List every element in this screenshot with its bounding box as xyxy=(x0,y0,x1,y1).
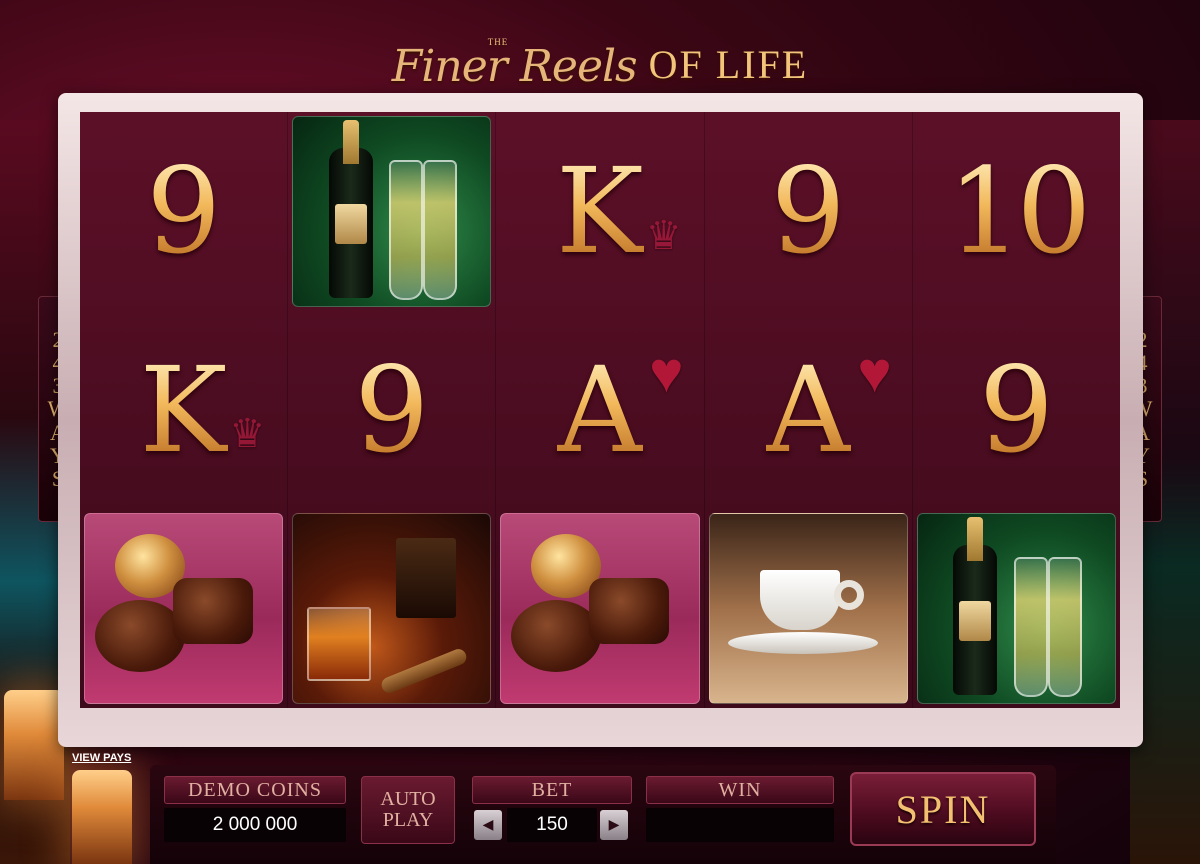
flute-shape xyxy=(423,159,458,300)
bet-decrease-button[interactable]: ◀ xyxy=(474,810,502,840)
logo-the: THE xyxy=(487,37,509,47)
bet-increase-button[interactable]: ▶ xyxy=(600,810,628,840)
crown-icon: ♛ xyxy=(645,212,682,258)
bet-value: 150 xyxy=(507,808,597,842)
demo-coins-label: DEMO COINS xyxy=(164,776,346,804)
autoplay-button[interactable]: AUTO PLAY xyxy=(361,776,455,844)
symbol-ace: A xyxy=(765,341,851,479)
bottle-shape xyxy=(953,517,998,696)
demo-coins-value: 2 000 000 xyxy=(164,808,346,842)
view-pays-link[interactable]: VIEW PAYS xyxy=(72,752,131,764)
symbol-ace: A xyxy=(557,341,643,479)
spin-button[interactable]: SPIN xyxy=(850,772,1036,846)
reel-cell: 9 xyxy=(705,112,912,311)
win-value xyxy=(646,808,834,842)
reel-cell: 9 xyxy=(913,311,1120,510)
symbol-whisky-cigar xyxy=(292,513,492,705)
symbol-king: K xyxy=(555,142,645,281)
symbol-king: K xyxy=(139,341,228,479)
symbol-champagne xyxy=(916,513,1117,705)
saucer-shape xyxy=(727,632,878,655)
reel-4: 9 A ♥ xyxy=(705,112,913,708)
reel-area: 9 K ♛ 9 K ♛ A ♥ 9 A ♥ 10 9 xyxy=(80,112,1120,708)
reel-cell xyxy=(288,509,495,708)
autoplay-label-line1: AUTO xyxy=(380,788,436,810)
symbol-nine: 9 xyxy=(146,142,222,281)
autoplay-label-line2: PLAY xyxy=(382,809,434,831)
logo-main-text: OF LIFE xyxy=(648,42,809,87)
symbol-chocolates xyxy=(84,513,284,705)
candle-decoration xyxy=(4,690,64,800)
reel-2: 9 xyxy=(288,112,497,708)
chocolate-shape xyxy=(511,600,602,673)
chocolate-shape xyxy=(173,578,253,645)
flute-shape xyxy=(1013,557,1048,698)
logo-script-text: Finer Reels xyxy=(391,41,638,92)
reel-cell: 10 xyxy=(913,112,1120,311)
reel-cell: A ♥ xyxy=(705,311,912,510)
symbol-nine: 9 xyxy=(978,341,1054,479)
flute-shape xyxy=(1047,557,1082,698)
reel-1: 9 K ♛ xyxy=(80,112,289,708)
symbol-ten: 10 xyxy=(947,142,1091,281)
chocolate-shape xyxy=(95,600,185,673)
symbol-nine: 9 xyxy=(770,142,846,281)
cigar-shape xyxy=(379,646,469,696)
game-logo: THE Finer Reels OF LIFE xyxy=(0,28,1200,92)
reel-cell xyxy=(913,509,1120,708)
reel-cell xyxy=(705,509,912,708)
heart-icon: ♥ xyxy=(649,339,684,405)
win-label: WIN xyxy=(646,776,834,804)
reel-cell: 9 xyxy=(288,311,495,510)
reel-cell xyxy=(288,112,495,311)
reel-cell xyxy=(80,509,287,708)
candle-decoration xyxy=(72,770,132,864)
reel-3: K ♛ A ♥ xyxy=(496,112,705,708)
chocolate-shape xyxy=(589,578,670,645)
symbol-coffee xyxy=(708,513,908,705)
whisky-glass-shape xyxy=(307,607,372,682)
symbol-chocolates xyxy=(500,513,700,705)
crown-icon: ♛ xyxy=(229,411,266,457)
logo-script: THE Finer Reels xyxy=(391,37,638,92)
reel-5: 10 9 xyxy=(913,112,1120,708)
cigar-box-shape xyxy=(396,538,457,619)
symbol-nine: 9 xyxy=(354,341,430,479)
reel-cell: K ♛ xyxy=(496,112,703,311)
reel-cell: K ♛ xyxy=(80,311,287,510)
reel-cell: A ♥ xyxy=(496,311,703,510)
cup-handle-shape xyxy=(833,580,864,611)
reel-cell xyxy=(496,509,703,708)
cup-shape xyxy=(759,570,840,631)
reel-cell: 9 xyxy=(80,112,287,311)
symbol-champagne xyxy=(292,116,492,307)
heart-icon: ♥ xyxy=(857,339,892,405)
bottle-shape xyxy=(328,119,373,298)
bet-label: BET xyxy=(472,776,632,804)
flute-shape xyxy=(389,159,424,300)
